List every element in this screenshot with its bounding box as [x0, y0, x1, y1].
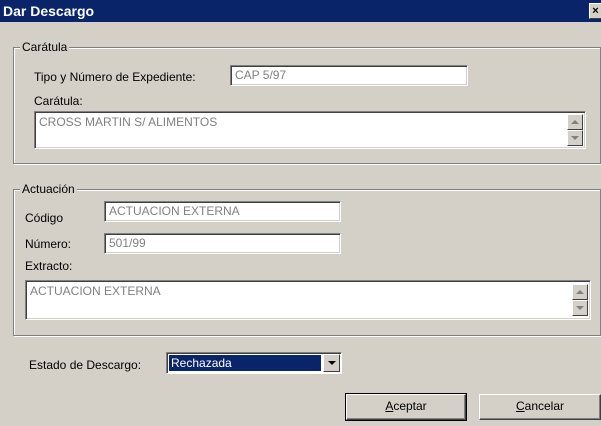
aceptar-button[interactable]: Aceptar	[345, 393, 467, 421]
caratula-text: CROSS MARTIN S/ ALIMENTOS	[39, 115, 218, 129]
arrow-up-icon	[576, 290, 584, 294]
caratula-label: Carátula:	[34, 94, 83, 108]
caratula-group-legend: Carátula	[20, 40, 70, 54]
cancelar-mnemonic: C	[515, 399, 525, 413]
arrow-up-icon	[571, 120, 579, 124]
scroll-up-button[interactable]	[567, 114, 583, 130]
arrow-down-icon	[576, 306, 584, 310]
codigo-field[interactable]: ACTUACION EXTERNA	[104, 201, 341, 222]
tipo-expediente-label: Tipo y Número de Expediente:	[34, 70, 196, 84]
aceptar-label: ceptar	[393, 399, 427, 413]
close-icon[interactable]: ×	[589, 3, 601, 19]
numero-label: Número:	[25, 237, 72, 251]
caratula-memo[interactable]: CROSS MARTIN S/ ALIMENTOS	[34, 111, 586, 149]
cancelar-label: ancelar	[524, 399, 565, 413]
estado-descargo-select[interactable]: Rechazada	[166, 352, 342, 374]
numero-field[interactable]: 501/99	[104, 233, 341, 254]
arrow-down-icon	[571, 136, 579, 140]
tipo-expediente-field[interactable]: CAP 5/97	[230, 65, 468, 86]
chevron-down-icon	[328, 361, 336, 365]
cancelar-button[interactable]: Cancelar	[479, 394, 601, 420]
extracto-text: ACTUACION EXTERNA	[30, 284, 161, 298]
caratula-scrollbar[interactable]	[567, 114, 583, 146]
dropdown-button[interactable]	[323, 354, 340, 372]
title-bar: Dar Descargo ×	[0, 0, 601, 22]
scroll-down-button[interactable]	[567, 130, 583, 146]
extracto-scrollbar[interactable]	[572, 284, 588, 316]
scroll-down-button[interactable]	[572, 300, 588, 316]
scroll-up-button[interactable]	[572, 284, 588, 300]
actuacion-group-legend: Actuación	[20, 182, 77, 196]
extracto-memo[interactable]: ACTUACION EXTERNA	[25, 280, 591, 320]
estado-selected-value: Rechazada	[169, 355, 321, 371]
dar-descargo-dialog: Dar Descargo × Carátula Tipo y Número de…	[0, 0, 601, 426]
window-title: Dar Descargo	[3, 3, 95, 19]
codigo-label: Código	[25, 211, 64, 225]
extracto-label: Extracto:	[25, 259, 73, 273]
estado-descargo-label: Estado de Descargo:	[29, 358, 142, 372]
